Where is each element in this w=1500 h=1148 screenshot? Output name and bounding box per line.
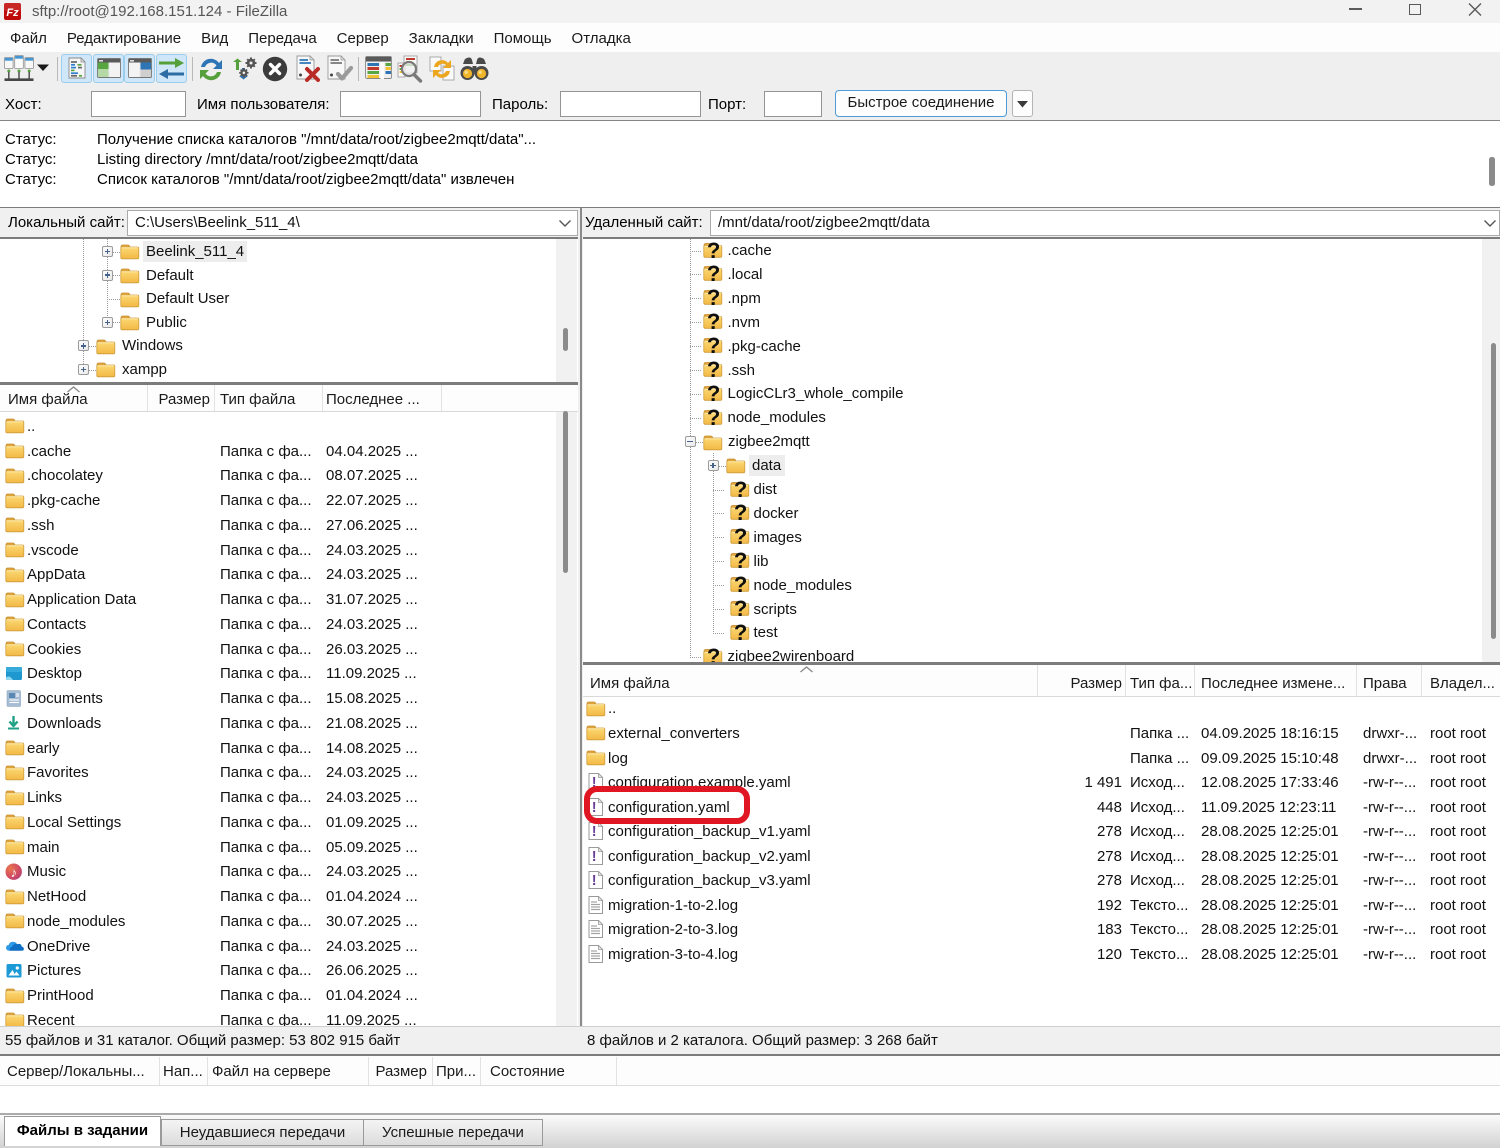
svg-text:Fz: Fz [6, 7, 19, 19]
